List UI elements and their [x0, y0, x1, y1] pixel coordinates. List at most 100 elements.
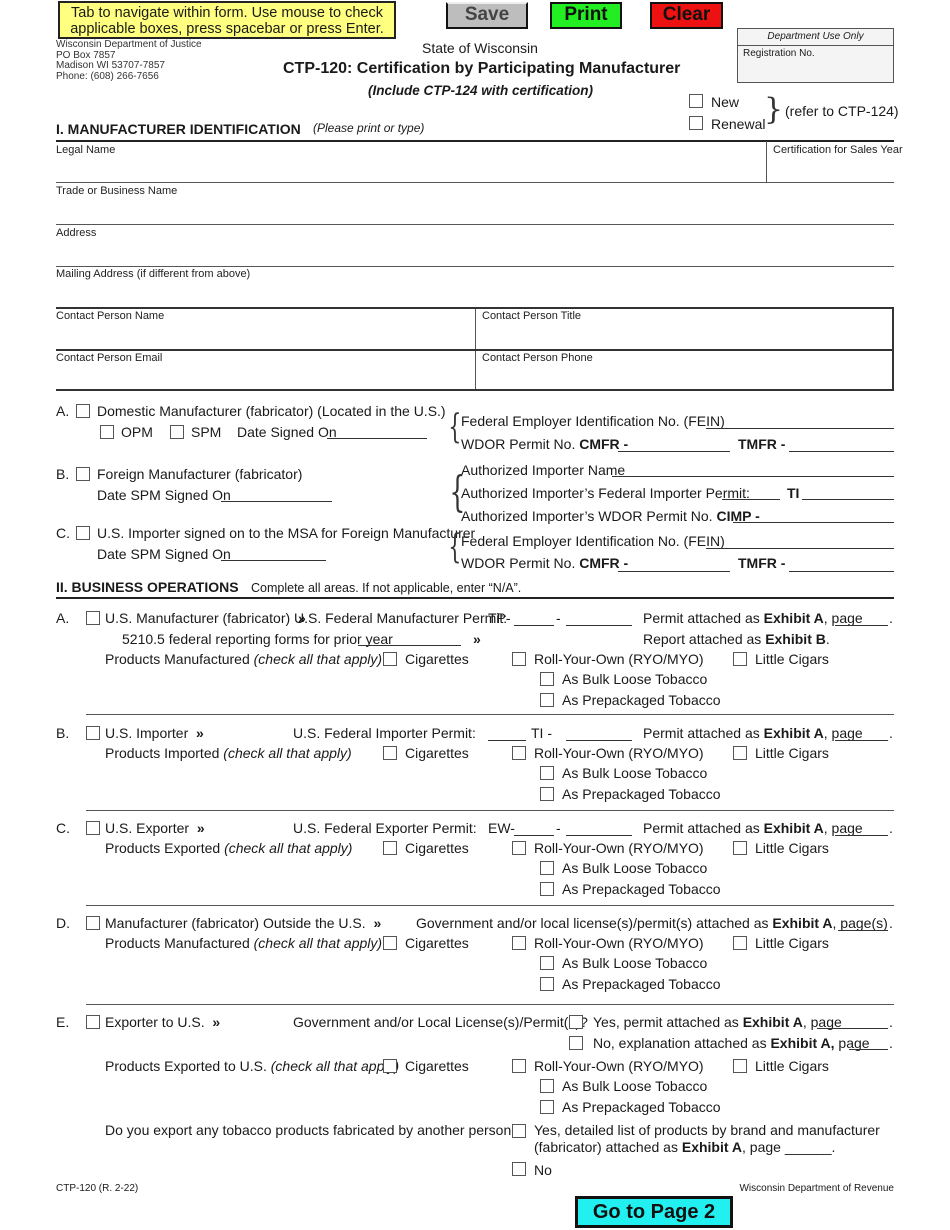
ryo-checkbox[interactable]	[512, 746, 526, 760]
ryo-checkbox[interactable]	[512, 652, 526, 666]
cigarettes-checkbox[interactable]	[383, 1059, 397, 1073]
bulk-loose-tobacco-checkbox[interactable]	[540, 766, 554, 780]
clear-button[interactable]: Clear	[650, 2, 723, 29]
little-cigars-checkbox[interactable]	[733, 652, 747, 666]
cigarettes-checkbox[interactable]	[383, 936, 397, 950]
contact-title-input[interactable]	[482, 326, 891, 348]
us-manufacturer-checkbox[interactable]	[86, 611, 100, 625]
products-label-text: Products Manufactured	[105, 651, 250, 667]
tp-permit-part1-input[interactable]	[514, 625, 554, 626]
little-cigars-checkbox[interactable]	[733, 936, 747, 950]
ti-permit-part1-input[interactable]	[488, 740, 526, 741]
spm-checkbox[interactable]	[170, 425, 184, 439]
ti-permit-part2-input[interactable]	[566, 740, 632, 741]
arrow-icon: »	[196, 725, 204, 741]
importer-name-input[interactable]	[612, 476, 894, 477]
tp-permit-part2-input[interactable]	[566, 625, 632, 626]
contact-name-input[interactable]	[56, 326, 474, 348]
prepackaged-tobacco-checkbox[interactable]	[540, 693, 554, 707]
license-yes-checkbox[interactable]	[569, 1015, 583, 1029]
section-1-heading: I. MANUFACTURER IDENTIFICATION	[56, 121, 301, 137]
little-cigars-checkbox[interactable]	[733, 746, 747, 760]
prepackaged-tobacco-checkbox[interactable]	[540, 1100, 554, 1114]
tmfr-c-input[interactable]	[789, 571, 894, 572]
little-cigars-checkbox[interactable]	[733, 841, 747, 855]
check-all-text: (check all that apply)	[253, 651, 383, 667]
cigarettes-checkbox[interactable]	[383, 841, 397, 855]
registration-no-input[interactable]	[742, 63, 892, 81]
print-button[interactable]: Print	[550, 2, 622, 29]
exhibit-a-page-input[interactable]	[835, 835, 888, 836]
save-button[interactable]: Save	[446, 2, 528, 29]
license-yes-page-input[interactable]	[817, 1028, 888, 1029]
importer-fed-permit-input[interactable]	[722, 499, 780, 500]
other-export-no-label: No	[534, 1162, 552, 1178]
cmfr-c-input[interactable]	[618, 571, 730, 572]
license-no-page-input[interactable]	[849, 1049, 888, 1050]
exhibit-a-pages-input[interactable]	[838, 930, 888, 931]
exporter-to-us-checkbox[interactable]	[86, 1015, 100, 1029]
license-no-checkbox[interactable]	[569, 1036, 583, 1050]
foreign-manufacturer-checkbox[interactable]	[76, 467, 90, 481]
ryo-checkbox[interactable]	[512, 936, 526, 950]
ew-permit-part1-input[interactable]	[514, 835, 554, 836]
date-spm-b-input[interactable]	[221, 501, 332, 502]
date-signed-input[interactable]	[327, 438, 427, 439]
cigarettes-checkbox[interactable]	[383, 652, 397, 666]
reporting-year-input[interactable]	[358, 645, 461, 646]
cimp-input[interactable]	[733, 522, 894, 523]
contact-phone-input[interactable]	[482, 368, 891, 390]
address-input[interactable]	[56, 243, 896, 265]
prepackaged-tobacco-checkbox[interactable]	[540, 787, 554, 801]
page-text: , page	[823, 725, 863, 741]
new-checkbox[interactable]	[689, 94, 703, 108]
bulk-loose-tobacco-checkbox[interactable]	[540, 861, 554, 875]
foreign-manufacturer-op-checkbox[interactable]	[86, 916, 100, 930]
page-subtitle: (Include CTP-124 with certification)	[368, 83, 594, 98]
us-exporter-label: U.S. Exporter »	[105, 820, 205, 836]
exhibit-a-page-input[interactable]	[835, 740, 888, 741]
sales-year-input[interactable]	[770, 160, 896, 182]
trade-name-input[interactable]	[56, 201, 896, 223]
other-export-no-checkbox[interactable]	[512, 1162, 526, 1176]
contact-email-input[interactable]	[56, 368, 474, 390]
legal-name-input[interactable]	[56, 160, 765, 182]
exhibit-a-page-input[interactable]	[835, 625, 888, 626]
little-cigars-checkbox[interactable]	[733, 1059, 747, 1073]
domestic-manufacturer-checkbox[interactable]	[76, 404, 90, 418]
bulk-loose-tobacco-label: As Bulk Loose Tobacco	[562, 860, 708, 876]
cigarettes-checkbox[interactable]	[383, 746, 397, 760]
cmfr-a-input[interactable]	[618, 451, 730, 452]
us-importer-checkbox[interactable]	[86, 726, 100, 740]
us-importer-msa-checkbox[interactable]	[76, 526, 90, 540]
ryo-checkbox[interactable]	[512, 841, 526, 855]
tmfr-a-input[interactable]	[789, 451, 894, 452]
spm-label: SPM	[191, 424, 222, 440]
bulk-loose-tobacco-checkbox[interactable]	[540, 956, 554, 970]
state-label: State of Wisconsin	[422, 40, 538, 56]
check-all-text: (check all that apply)	[224, 840, 353, 856]
fein-c-input[interactable]	[706, 548, 894, 549]
prepackaged-tobacco-checkbox[interactable]	[540, 977, 554, 991]
other-export-yes-checkbox[interactable]	[512, 1124, 526, 1138]
go-to-page-2-button[interactable]: Go to Page 2	[575, 1196, 733, 1228]
renewal-checkbox[interactable]	[689, 116, 703, 130]
exporter-to-us-label: Exporter to U.S. »	[105, 1014, 220, 1030]
fein-label: Federal Employer Identification No. (FEI…	[461, 413, 725, 429]
ew-permit-part2-input[interactable]	[566, 835, 632, 836]
fein-a-input[interactable]	[706, 428, 894, 429]
importer-ti-input[interactable]	[802, 499, 894, 500]
navigation-notice: Tab to navigate within form. Use mouse t…	[58, 1, 396, 39]
prepackaged-tobacco-checkbox[interactable]	[540, 882, 554, 896]
bulk-loose-tobacco-checkbox[interactable]	[540, 1079, 554, 1093]
date-spm-c-input[interactable]	[221, 560, 326, 561]
mailing-address-input[interactable]	[56, 284, 896, 306]
us-exporter-checkbox[interactable]	[86, 821, 100, 835]
bulk-loose-tobacco-checkbox[interactable]	[540, 672, 554, 686]
ryo-checkbox[interactable]	[512, 1059, 526, 1073]
ryo-label: Roll-Your-Own (RYO/MYO)	[534, 651, 704, 667]
opm-label: OPM	[121, 424, 153, 440]
opm-checkbox[interactable]	[100, 425, 114, 439]
products-manufactured-label: Products Manufactured (check all that ap…	[105, 935, 382, 951]
check-all-text: (check all that apply)	[270, 1058, 400, 1074]
